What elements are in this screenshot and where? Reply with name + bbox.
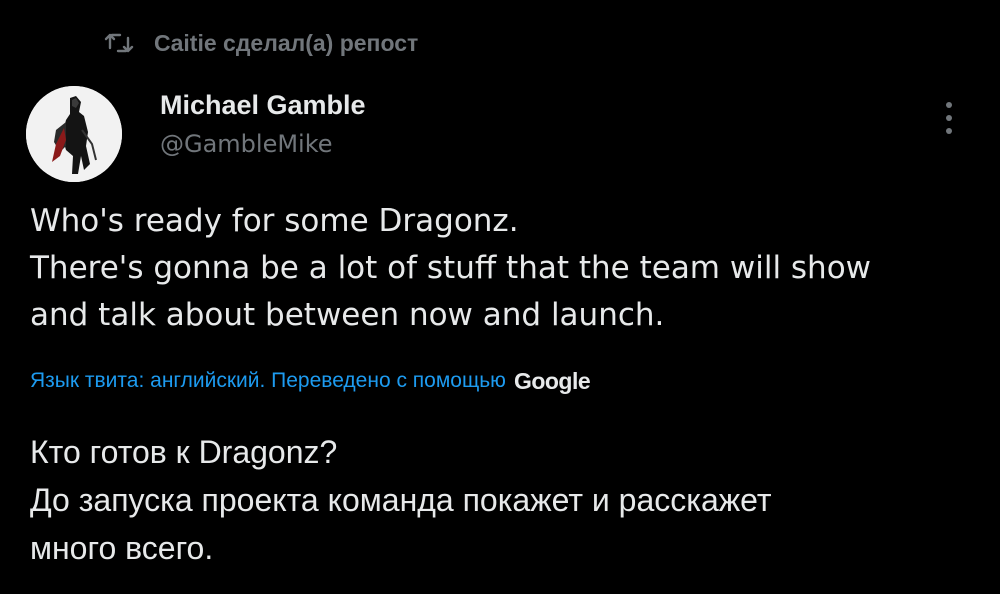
more-dot xyxy=(946,128,952,134)
tweet[interactable]: Caitie сделал(а) репост Michael Gamble @… xyxy=(0,0,1000,594)
translated-text-line: много всего. xyxy=(30,530,214,566)
google-logo: Google xyxy=(513,367,591,394)
tweet-text-line: There's gonna be a lot of stuff that the… xyxy=(30,250,872,286)
repost-icon xyxy=(104,31,134,55)
more-dot xyxy=(946,102,952,108)
repost-indicator[interactable]: Caitie сделал(а) репост xyxy=(104,28,418,58)
author-handle[interactable]: @GambleMike xyxy=(160,128,333,160)
translated-text: Кто готов к Dragonz? До запуска проекта … xyxy=(30,428,980,572)
tweet-text: Who's ready for some Dragonz. There's go… xyxy=(30,198,980,339)
more-vertical-icon[interactable] xyxy=(934,98,964,138)
translated-text-line: Кто готов к Dragonz? xyxy=(30,434,338,470)
translation-notice[interactable]: Язык твита: английский. Переведено с пом… xyxy=(30,364,591,398)
tweet-text-line: and talk about between now and launch. xyxy=(30,297,665,333)
more-dot xyxy=(946,115,952,121)
avatar[interactable] xyxy=(26,86,122,182)
repost-text: Caitie сделал(а) репост xyxy=(154,29,419,56)
translation-notice-text[interactable]: Язык твита: английский. Переведено с пом… xyxy=(30,369,506,393)
tweet-text-line: Who's ready for some Dragonz. xyxy=(30,203,519,239)
translated-text-line: До запуска проекта команда покажет и рас… xyxy=(30,482,772,518)
author-name[interactable]: Michael Gamble xyxy=(160,88,366,122)
